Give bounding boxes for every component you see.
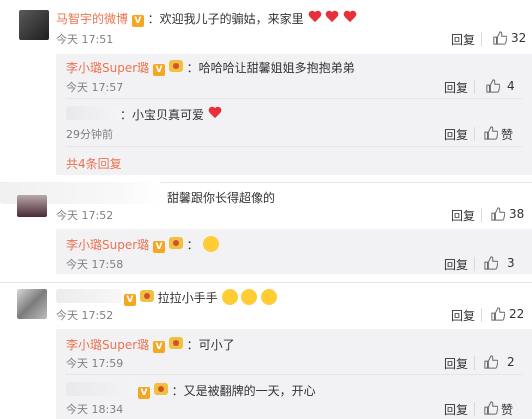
divider — [474, 127, 475, 141]
blurred-username — [66, 106, 120, 120]
avatar[interactable] — [19, 10, 49, 40]
reply-button[interactable]: 回复 — [451, 31, 475, 48]
avatar[interactable] — [17, 289, 47, 319]
thumbs-up-icon[interactable] — [484, 355, 498, 369]
reply-text: ：又是被翻牌的一天，开心 — [171, 384, 316, 398]
like-count: 2 — [507, 355, 515, 369]
reply-button[interactable]: 回复 — [444, 256, 468, 273]
divider — [481, 208, 482, 222]
reply-author[interactable]: 李小璐Super璐 — [66, 61, 149, 75]
divider — [474, 80, 475, 94]
verified-icon: V — [138, 387, 150, 399]
reply-time: 今天 17:59 — [66, 357, 124, 370]
heart-icon — [208, 107, 222, 119]
heart-icon — [343, 11, 357, 23]
reply-text: ：小宝贝真可爱 — [120, 108, 205, 122]
heart-icon — [325, 11, 339, 23]
divider — [0, 282, 532, 283]
like-count: 32 — [511, 31, 527, 45]
like-label: 赞 — [501, 403, 514, 417]
verified-icon: V — [153, 341, 165, 353]
reply-time: 今天 18:34 — [66, 403, 124, 416]
heart-icon — [308, 11, 322, 23]
thumbs-up-icon[interactable] — [484, 126, 498, 140]
reply-author[interactable]: 李小璐Super璐 — [66, 238, 149, 252]
verified-icon: V — [124, 294, 136, 306]
reply-line: V ：又是被翻牌的一天，开心 — [138, 382, 316, 399]
clap-emoji-icon — [261, 289, 278, 305]
vip-icon — [168, 337, 183, 349]
reply-text: ：哈哈哈让甜馨姐姐多抱抱弟弟 — [186, 61, 355, 75]
reply-button[interactable]: 回复 — [451, 307, 475, 324]
vip-icon — [153, 383, 168, 395]
divider — [474, 356, 475, 370]
divider — [481, 308, 482, 322]
thumbs-up-icon[interactable] — [484, 401, 498, 415]
comment-time: 今天 17:52 — [56, 209, 114, 222]
divider — [66, 374, 522, 375]
reply-line: 李小璐Super璐 V ：哈哈哈让甜馨姐姐多抱抱弟弟 — [66, 59, 355, 76]
comment-line: 马智宇的微博 V ：欢迎我儿子的骟姑，来家里 — [56, 10, 357, 27]
divider — [66, 146, 522, 147]
verified-icon: V — [131, 15, 144, 27]
reply-text: ：可小了 — [186, 338, 235, 352]
grin-emoji-icon — [202, 236, 219, 252]
verified-icon: V — [153, 64, 165, 76]
comment-text: 拉拉小手手 — [157, 291, 218, 305]
thumbs-up-icon[interactable] — [493, 31, 507, 45]
clap-emoji-icon — [241, 289, 258, 305]
divider — [474, 257, 475, 271]
divider — [481, 32, 482, 46]
like-count: 4 — [507, 79, 515, 93]
reply-time: 今天 17:57 — [66, 81, 124, 94]
more-replies-link[interactable]: 共4条回复 — [66, 155, 122, 172]
thumbs-up-icon[interactable] — [491, 307, 505, 321]
reply-line: ：小宝贝真可爱 — [120, 106, 222, 123]
comment-line: V 拉拉小手手 — [124, 289, 278, 306]
like-count: 38 — [509, 207, 525, 221]
like-count: 3 — [507, 256, 515, 270]
clap-emoji-icon — [221, 289, 238, 305]
avatar[interactable] — [17, 195, 47, 217]
divider — [66, 98, 522, 99]
comment-author[interactable]: 马智宇的微博 — [56, 12, 128, 26]
vip-icon — [168, 60, 183, 72]
reply-button[interactable]: 回复 — [444, 79, 468, 96]
like-count: 22 — [509, 307, 525, 321]
reply-time: 今天 17:58 — [66, 258, 124, 271]
comment-time: 今天 17:52 — [56, 309, 114, 322]
reply-text: ： — [186, 238, 199, 252]
blurred-username — [56, 289, 122, 303]
blurred-username — [66, 382, 136, 396]
reply-line: 李小璐Super璐 V ：可小了 — [66, 336, 235, 353]
divider — [474, 402, 475, 416]
thumbs-up-icon[interactable] — [484, 256, 498, 270]
comment-text: 甜馨跟你长得超像的 — [167, 191, 276, 205]
vip-icon — [139, 290, 154, 302]
reply-button[interactable]: 回复 — [444, 126, 468, 143]
vip-icon — [168, 237, 183, 249]
reply-line: 李小璐Super璐 V ： — [66, 236, 219, 253]
comment-time: 今天 17:51 — [56, 33, 114, 46]
reply-button[interactable]: 回复 — [444, 401, 468, 418]
reply-author[interactable]: 李小璐Super璐 — [66, 338, 149, 352]
reply-button[interactable]: 回复 — [451, 207, 475, 224]
like-label: 赞 — [501, 128, 514, 142]
thumbs-up-icon[interactable] — [486, 79, 500, 93]
reply-button[interactable]: 回复 — [444, 355, 468, 372]
comment-text: ：欢迎我儿子的骟姑，来家里 — [147, 12, 304, 26]
thumbs-up-icon[interactable] — [491, 207, 505, 221]
reply-time: 29分钟前 — [66, 128, 113, 141]
verified-icon: V — [153, 241, 165, 253]
